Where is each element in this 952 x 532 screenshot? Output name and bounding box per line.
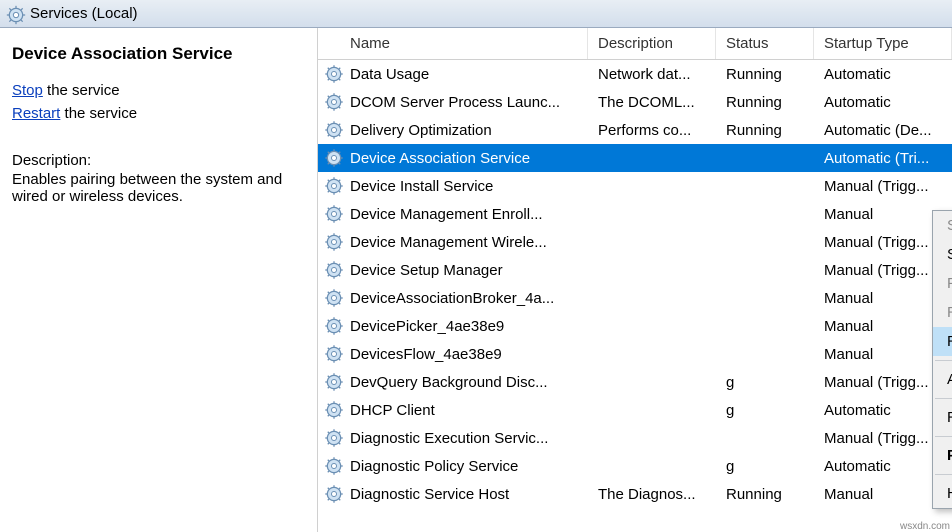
titlebar-label: Services (Local) [30,5,138,22]
service-name: DCOM Server Process Launc... [346,94,588,111]
list-header: Name Description Status Startup Type [318,28,952,60]
column-header-name[interactable]: Name [318,28,588,59]
menu-separator [935,360,952,361]
service-name: Device Management Enroll... [346,206,588,223]
service-description: The Diagnos... [588,486,716,503]
service-description: Performs co... [588,122,716,139]
service-row[interactable]: DevQuery Background Disc...gManual (Trig… [318,368,952,396]
service-gear-icon [322,426,346,450]
service-gear-icon [322,286,346,310]
menu-item-resume: Resume [933,298,952,327]
service-startup-type: Automatic (De... [814,122,952,139]
service-row[interactable]: Device Management Enroll...Manual [318,200,952,228]
service-row[interactable]: Diagnostic Service HostThe Diagnos...Run… [318,480,952,508]
service-name: DeviceAssociationBroker_4a... [346,290,588,307]
service-gear-icon [322,370,346,394]
service-gear-icon [322,342,346,366]
service-status: Running [716,94,814,111]
service-row[interactable]: Device Install Service Manual (Trigg... [318,172,952,200]
menu-item-stop[interactable]: Stop [933,240,952,269]
service-name: Data Usage [346,66,588,83]
service-status: g [716,374,814,391]
services-app-icon [6,5,24,23]
service-gear-icon [322,118,346,142]
service-row[interactable]: Device Association Service Automatic (Tri… [318,144,952,172]
service-gear-icon [322,62,346,86]
menu-separator [935,474,952,475]
context-menu: Start Stop Pause Resume Restart All Task… [932,210,952,509]
titlebar: Services (Local) [0,0,952,28]
stop-suffix: the service [43,82,120,99]
selected-service-title: Device Association Service [12,44,305,64]
service-status: Running [716,66,814,83]
service-status: Running [716,486,814,503]
service-name: Device Setup Manager [346,262,588,279]
service-name: Delivery Optimization [346,122,588,139]
service-gear-icon [322,314,346,338]
menu-item-refresh[interactable]: Refresh [933,403,952,432]
stop-service-action: Stop the service [12,82,305,99]
service-gear-icon [322,230,346,254]
service-gear-icon [322,202,346,226]
restart-service-action: Restart the service [12,105,305,122]
service-name: Device Install Service [346,178,588,195]
service-startup-type: Automatic [814,94,952,111]
service-name: DHCP Client [346,402,588,419]
service-gear-icon [322,146,346,170]
service-row[interactable]: Device Setup ManagerManual (Trigg... [318,256,952,284]
menu-item-restart[interactable]: Restart [933,327,952,356]
service-gear-icon [322,482,346,506]
menu-item-pause: Pause [933,269,952,298]
restart-suffix: the service [60,105,137,122]
service-row[interactable]: DevicePicker_4ae38e9Manual [318,312,952,340]
description-text: Enables pairing between the system and w… [12,171,305,205]
menu-item-help[interactable]: Help [933,479,952,508]
service-row[interactable]: Delivery OptimizationPerforms co...Runni… [318,116,952,144]
service-status: g [716,402,814,419]
service-gear-icon [322,454,346,478]
service-row[interactable]: Diagnostic Policy ServicegAutomatic [318,452,952,480]
service-name: Diagnostic Execution Servic... [346,430,588,447]
service-name: Device Association Service [346,150,588,167]
service-row[interactable]: DHCP ClientgAutomatic [318,396,952,424]
menu-item-properties[interactable]: Properties [933,441,952,470]
service-name: Device Management Wirele... [346,234,588,251]
service-row[interactable]: DeviceAssociationBroker_4a...Manual [318,284,952,312]
service-name: DevQuery Background Disc... [346,374,588,391]
service-name: DevicePicker_4ae38e9 [346,318,588,335]
column-header-description[interactable]: Description [588,28,716,59]
services-list: Name Description Status Startup Type Dat… [318,28,952,532]
service-row[interactable]: Data UsageNetwork dat...RunningAutomatic [318,60,952,88]
watermark: wsxdn.com [900,521,950,532]
service-description: Network dat... [588,66,716,83]
service-gear-icon [322,398,346,422]
column-header-startup[interactable]: Startup Type [814,28,952,59]
service-row[interactable]: Diagnostic Execution Servic...Manual (Tr… [318,424,952,452]
description-label: Description: [12,152,305,169]
column-header-status[interactable]: Status [716,28,814,59]
service-row[interactable]: DCOM Server Process Launc...The DCOML...… [318,88,952,116]
service-startup-type: Automatic [814,66,952,83]
service-status: Running [716,122,814,139]
service-startup-type: Automatic (Tri... [814,150,952,167]
service-startup-type: Manual (Trigg... [814,178,952,195]
service-status: g [716,458,814,475]
menu-item-start: Start [933,211,952,240]
service-name: Diagnostic Policy Service [346,458,588,475]
stop-link[interactable]: Stop [12,82,43,99]
service-name: Diagnostic Service Host [346,486,588,503]
service-description: The DCOML... [588,94,716,111]
service-row[interactable]: DevicesFlow_4ae38e9Manual [318,340,952,368]
details-pane: Device Association Service Stop the serv… [0,28,318,532]
menu-item-all-tasks-label: All Tasks [947,371,952,388]
service-gear-icon [322,258,346,282]
service-row[interactable]: Device Management Wirele...Manual (Trigg… [318,228,952,256]
service-gear-icon [322,90,346,114]
menu-separator [935,436,952,437]
menu-item-all-tasks[interactable]: All Tasks ▶ [933,365,952,394]
service-name: DevicesFlow_4ae38e9 [346,346,588,363]
menu-separator [935,398,952,399]
restart-link[interactable]: Restart [12,105,60,122]
service-gear-icon [322,174,346,198]
